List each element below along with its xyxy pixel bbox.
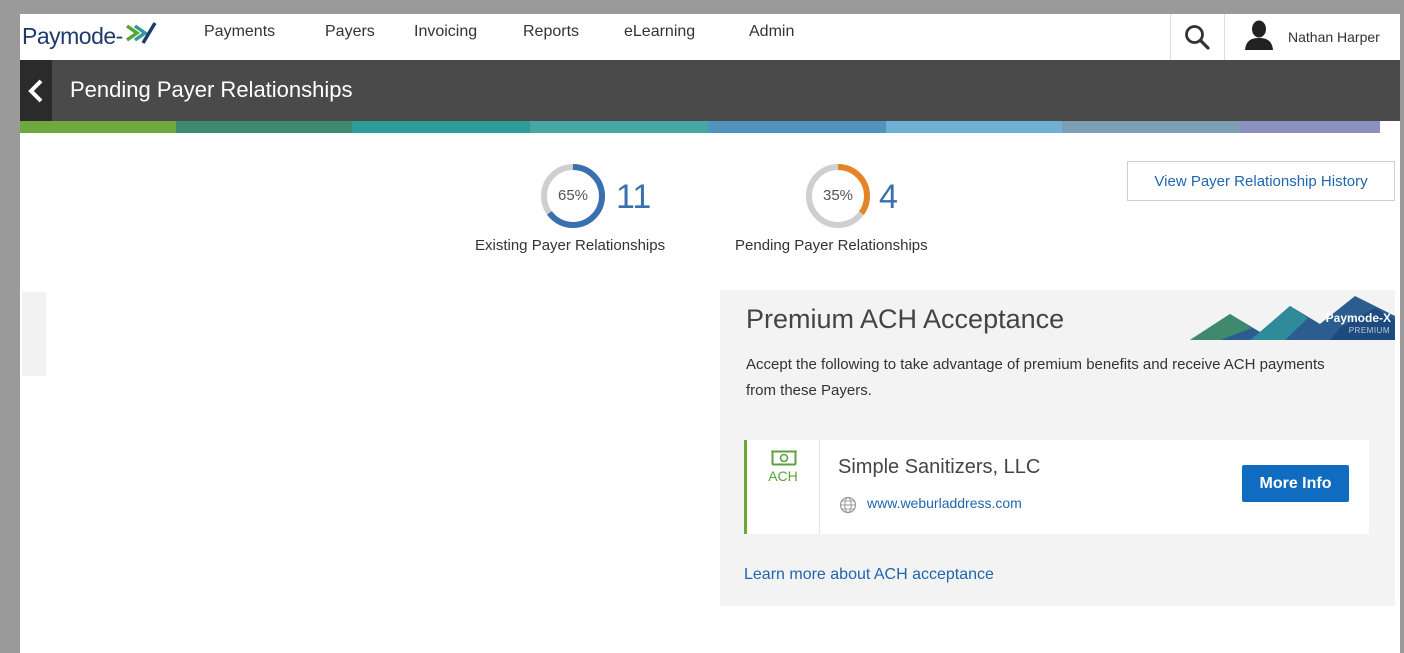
pending-count: 4 bbox=[879, 178, 898, 216]
strip-segment bbox=[176, 121, 352, 133]
search-icon bbox=[1185, 25, 1210, 50]
existing-label: Existing Payer Relationships bbox=[475, 237, 666, 254]
nav-reports[interactable]: Reports bbox=[523, 23, 579, 41]
globe-icon bbox=[839, 496, 857, 514]
learn-more-ach-link[interactable]: Learn more about ACH acceptance bbox=[744, 566, 994, 584]
existing-donut: 65% bbox=[539, 162, 607, 230]
top-nav: Paymode- Payments Payers Invoicing Repor… bbox=[20, 14, 1400, 60]
strip-segment bbox=[20, 121, 176, 133]
strip-segment bbox=[1062, 121, 1240, 133]
premium-title: Premium ACH Acceptance bbox=[746, 304, 1065, 334]
page-title: Pending Payer Relationships bbox=[70, 77, 353, 102]
existing-percent: 65% bbox=[557, 187, 589, 204]
pending-label: Pending Payer Relationships bbox=[735, 237, 928, 254]
back-button[interactable] bbox=[20, 60, 52, 121]
payer-website-link[interactable]: www.weburladdress.com bbox=[867, 495, 1022, 511]
app-window: Paymode- Payments Payers Invoicing Repor… bbox=[20, 14, 1400, 653]
user-icon bbox=[1244, 19, 1274, 56]
nav-invoicing[interactable]: Invoicing bbox=[414, 23, 477, 41]
brand-color-strip bbox=[20, 121, 1400, 133]
collapsed-side-panel bbox=[22, 292, 46, 376]
money-icon bbox=[771, 450, 797, 466]
pending-donut: 35% bbox=[804, 162, 872, 230]
nav-payments[interactable]: Payments bbox=[204, 23, 275, 41]
premium-ach-panel: Premium ACH Acceptance Paymode-X PREMIUM… bbox=[720, 290, 1395, 606]
page-header: Pending Payer Relationships bbox=[20, 60, 1400, 121]
strip-segment bbox=[352, 121, 530, 133]
strip-segment bbox=[1240, 121, 1380, 133]
existing-count: 11 bbox=[616, 178, 652, 216]
more-info-button[interactable]: More Info bbox=[1242, 465, 1349, 502]
strip-segment bbox=[708, 121, 886, 133]
nav-admin[interactable]: Admin bbox=[749, 23, 794, 41]
nav-payers[interactable]: Payers bbox=[325, 23, 375, 41]
chevron-left-icon bbox=[28, 79, 43, 102]
logo-text: Paymode- bbox=[22, 22, 123, 49]
user-menu[interactable]: Nathan Harper bbox=[1224, 14, 1380, 60]
ach-badge: ACH bbox=[747, 440, 820, 534]
ach-label: ACH bbox=[768, 468, 798, 484]
premium-logo-text: Paymode-X bbox=[1325, 311, 1391, 325]
payer-card: ACH Simple Sanitizers, LLC www.weburladd… bbox=[744, 440, 1369, 534]
payer-name: Simple Sanitizers, LLC bbox=[838, 456, 1041, 478]
user-name: Nathan Harper bbox=[1288, 29, 1380, 45]
view-history-button[interactable]: View Payer Relationship History bbox=[1127, 161, 1395, 201]
strip-segment bbox=[530, 121, 708, 133]
premium-logo-sub: PREMIUM bbox=[1348, 326, 1390, 335]
pending-percent: 35% bbox=[822, 187, 854, 204]
search-button[interactable] bbox=[1170, 14, 1224, 60]
strip-segment bbox=[886, 121, 1062, 133]
paymode-x-logo[interactable]: Paymode- bbox=[22, 20, 159, 52]
logo-x-icon bbox=[125, 20, 159, 52]
premium-description: Accept the following to take advantage o… bbox=[746, 356, 1325, 399]
nav-elearning[interactable]: eLearning bbox=[624, 23, 695, 41]
paymode-x-premium-logo: Paymode-X PREMIUM bbox=[1190, 288, 1395, 346]
